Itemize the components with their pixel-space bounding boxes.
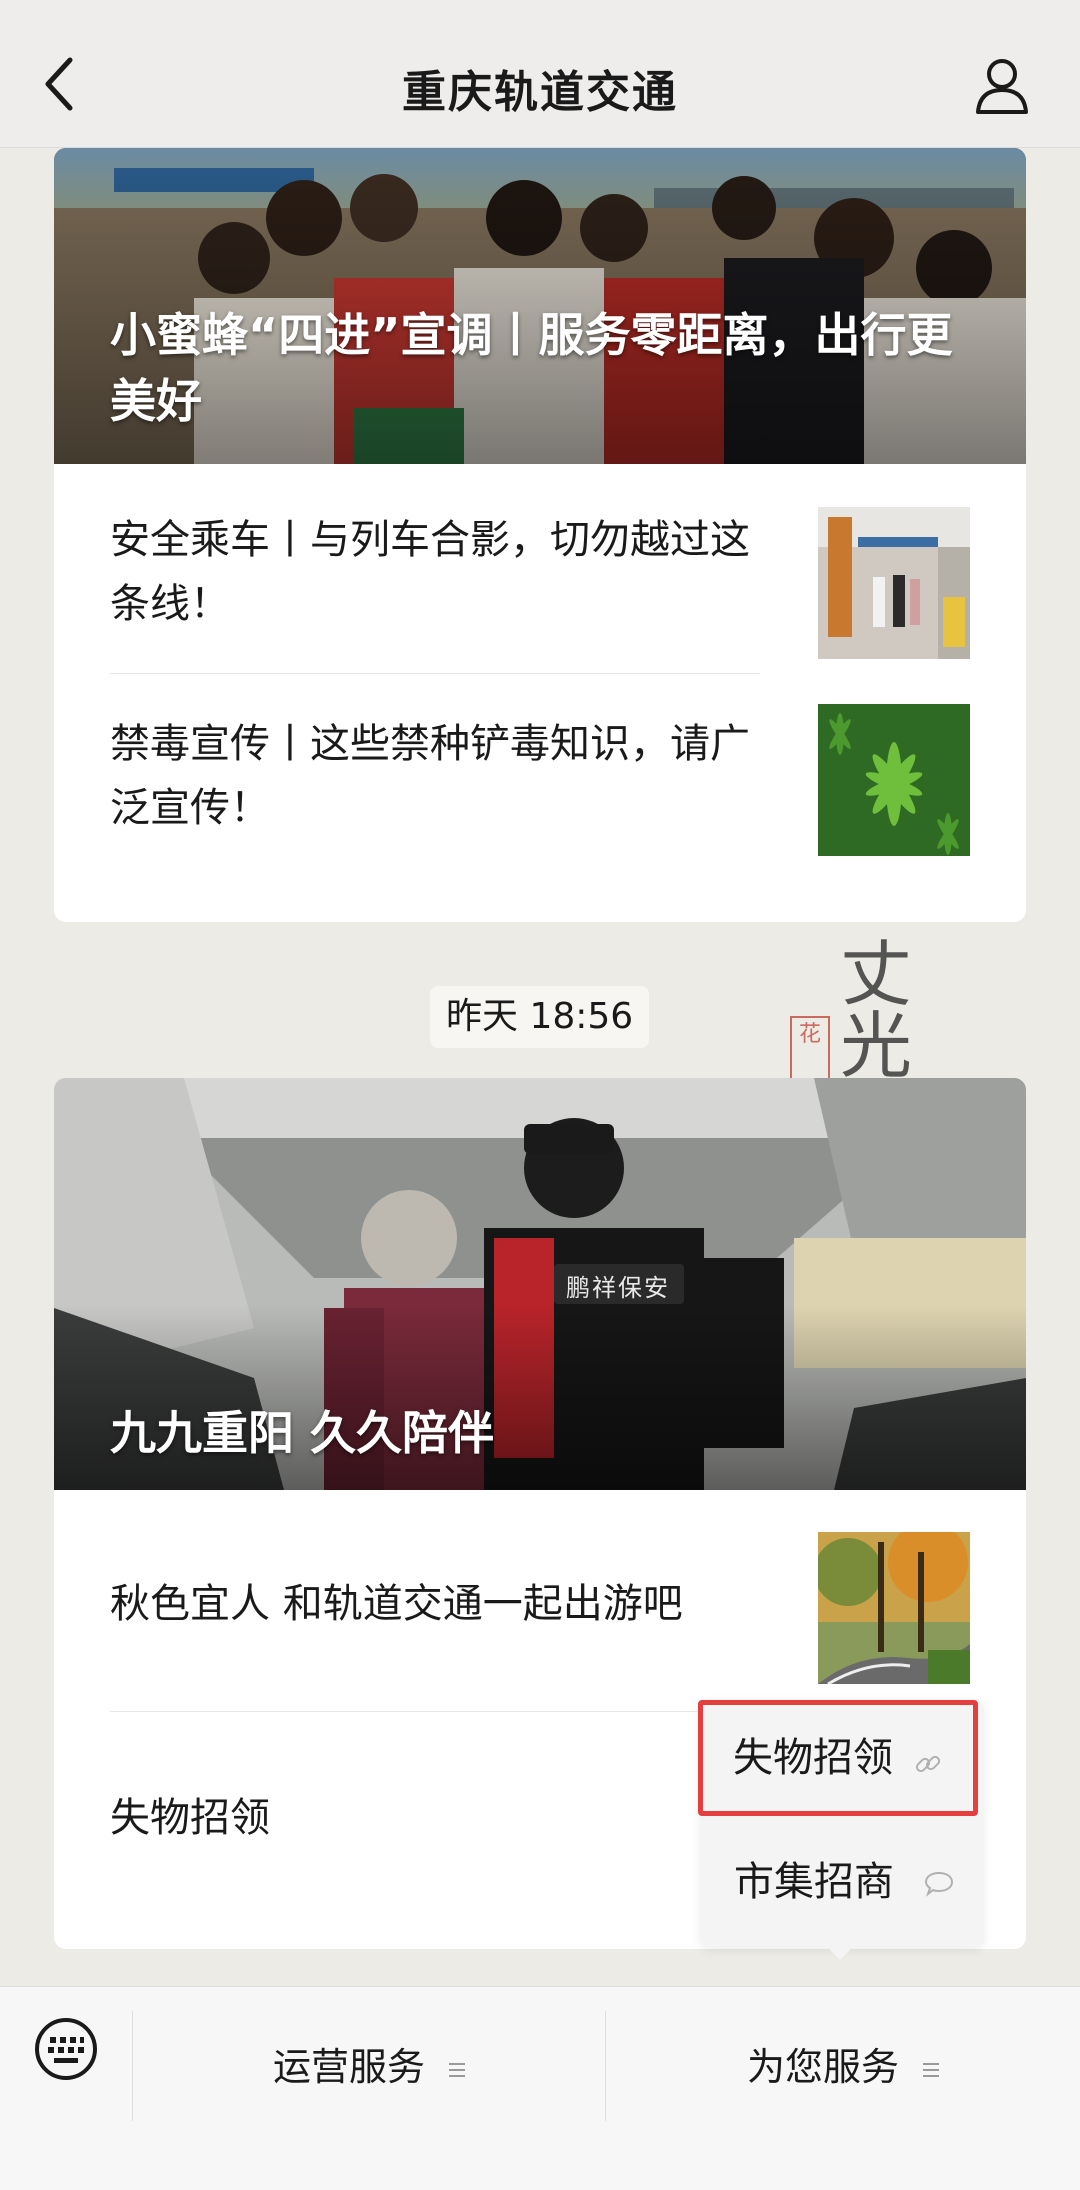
- article-title: 秋色宜人 和轨道交通一起出游吧: [110, 1581, 683, 1627]
- article-list-item-1[interactable]: 安全乘车丨与列车合影，切勿越过这条线！: [54, 464, 1026, 674]
- article-title: 禁毒宣传丨这些禁种铲毒知识，请广泛宣传！: [110, 721, 750, 831]
- background-calligraphy: 丈光: [840, 932, 913, 1088]
- top-nav-bar: 重庆轨道交通: [0, 0, 1080, 148]
- article-title: 失物招领: [110, 1795, 270, 1841]
- keyboard-icon[interactable]: [34, 2017, 98, 2081]
- service-submenu: 失物招领 市集招商: [698, 1700, 984, 1948]
- menu-services-for-you[interactable]: 为您服务: [606, 1987, 1080, 2147]
- page-title: 重庆轨道交通: [402, 67, 678, 118]
- article-thumbnail: [818, 1532, 970, 1684]
- cover-title: 九九重阳 久久陪伴: [110, 1406, 495, 1460]
- menu-operation-services[interactable]: 运营服务: [133, 1987, 605, 2147]
- cover-badge: 鹏祥保安: [566, 1274, 670, 1302]
- article-thumbnail: [818, 507, 970, 659]
- cover-article-2[interactable]: 鹏祥保安 九九重阳 久久陪伴: [54, 1078, 1026, 1490]
- cover-title: 小蜜蜂“四进”宣调丨服务零距离，出行更美好: [110, 308, 953, 428]
- cannabis-leaf-photo: [818, 704, 970, 856]
- menu-item-market-investment[interactable]: 市集招商: [700, 1824, 984, 1940]
- train-platform-photo: [818, 507, 970, 659]
- submenu-pointer: [826, 1946, 854, 1960]
- bottom-menu-bar: 运营服务 为您服务: [0, 1986, 1080, 2190]
- autumn-road-photo: [818, 1532, 970, 1684]
- link-icon: [915, 1755, 941, 1773]
- article-list-item-3[interactable]: 秋色宜人 和轨道交通一起出游吧: [54, 1490, 1026, 1712]
- menu-label: 为您服务: [746, 2045, 899, 2089]
- menu-lines-icon: [449, 2062, 465, 2077]
- cover-article-1[interactable]: 小蜜蜂“四进”宣调丨服务零距离，出行更美好: [54, 148, 1026, 464]
- menu-item-label: 市集招商: [734, 1859, 894, 1905]
- menu-lines-icon: [923, 2062, 939, 2077]
- article-card-1: 小蜜蜂“四进”宣调丨服务零距离，出行更美好 安全乘车丨与列车合影，切勿越过这条线…: [54, 148, 1026, 922]
- menu-item-lost-and-found[interactable]: 失物招领: [698, 1700, 978, 1816]
- message-timestamp: 昨天 18:56: [430, 986, 650, 1048]
- article-list-item-2[interactable]: 禁毒宣传丨这些禁种铲毒知识，请广泛宣传！: [54, 674, 1026, 922]
- menu-item-label: 失物招领: [733, 1735, 893, 1781]
- chat-bubble-icon: [924, 1871, 954, 1897]
- article-thumbnail: [818, 704, 970, 856]
- profile-icon[interactable]: [972, 56, 1032, 116]
- article-title: 安全乘车丨与列车合影，切勿越过这条线！: [110, 517, 750, 627]
- menu-label: 运营服务: [272, 2045, 425, 2089]
